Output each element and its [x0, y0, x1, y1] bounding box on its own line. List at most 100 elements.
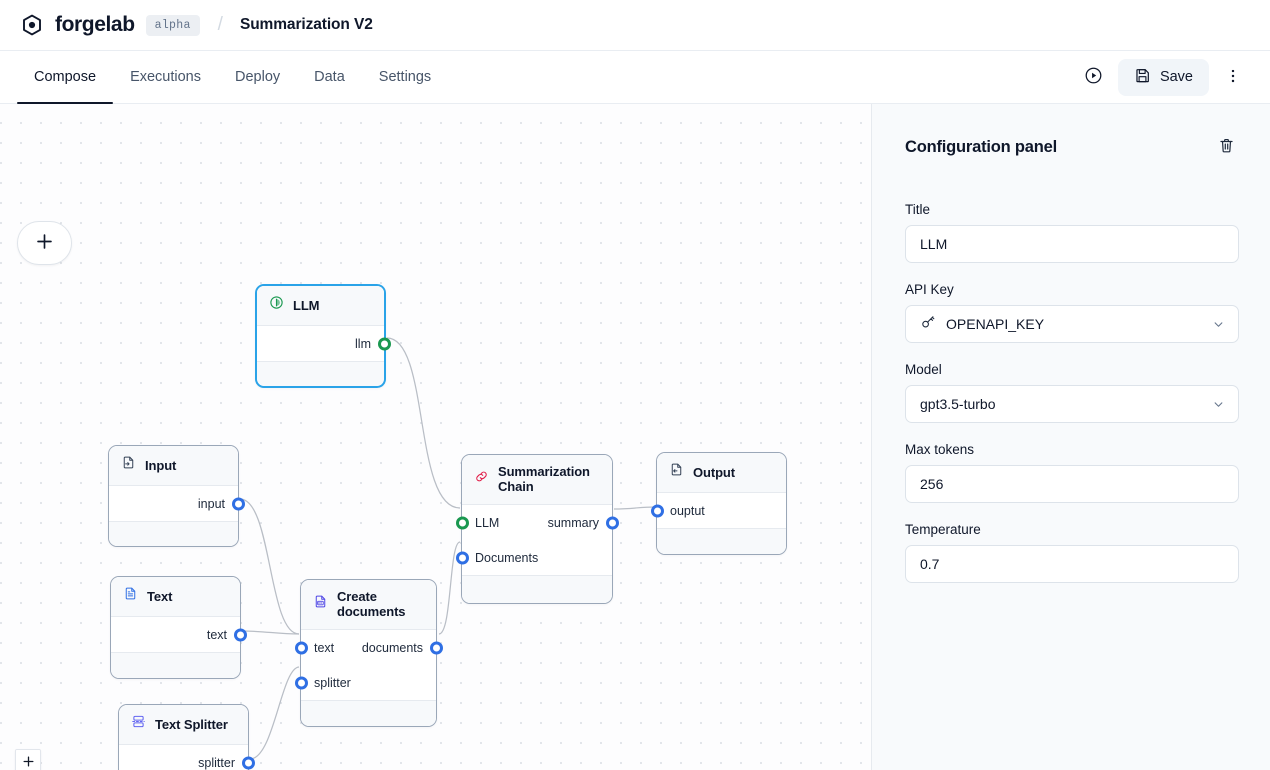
text-splitter-icon — [131, 714, 146, 734]
tab-list: Compose Executions Deploy Data Settings — [0, 51, 448, 103]
edge-text-to-createdocs — [242, 631, 299, 634]
trash-icon — [1218, 137, 1235, 157]
chevron-down-icon — [1211, 317, 1226, 332]
tab-compose[interactable]: Compose — [17, 51, 113, 103]
title-input[interactable]: LLM — [905, 225, 1239, 263]
tab-executions[interactable]: Executions — [113, 51, 218, 103]
port-label: Documents — [475, 551, 538, 565]
port-dot-input-out[interactable] — [232, 497, 245, 510]
top-bar: forgelab alpha / Summarization V2 — [0, 0, 1270, 51]
port-label: splitter — [198, 756, 235, 770]
tab-deploy[interactable]: Deploy — [218, 51, 297, 103]
node-create-documents[interactable]: Create documents text documents splitter — [300, 579, 437, 727]
node-summarization-chain-footer — [462, 575, 612, 603]
save-button[interactable]: Save — [1118, 59, 1209, 96]
port-dot-output-in[interactable] — [651, 504, 664, 517]
more-options-button[interactable] — [1216, 60, 1250, 94]
port-dot-createdocs-documents-out[interactable] — [430, 641, 443, 654]
field-max-tokens: Max tokens 256 — [905, 442, 1239, 503]
node-create-documents-title: Create documents — [337, 589, 424, 619]
tab-data-label: Data — [314, 69, 345, 85]
node-summarization-chain-row-documents[interactable]: Documents — [462, 540, 612, 575]
node-llm-title: LLM — [293, 298, 319, 313]
max-tokens-input[interactable]: 256 — [905, 465, 1239, 503]
node-output-header: Output — [657, 453, 786, 493]
temperature-input[interactable]: 0.7 — [905, 545, 1239, 583]
node-text-splitter-title: Text Splitter — [155, 717, 228, 732]
node-output-body: ouptut — [657, 493, 786, 528]
node-output-port-ouptut[interactable]: ouptut — [657, 493, 786, 528]
document-icon — [123, 586, 138, 606]
delete-node-button[interactable] — [1213, 134, 1239, 160]
vertical-dots-icon — [1224, 67, 1242, 88]
flow-canvas[interactable]: LLM llm Input — [0, 104, 871, 770]
port-dot-createdocs-splitter-in[interactable] — [295, 676, 308, 689]
field-temperature: Temperature 0.7 — [905, 522, 1239, 583]
configuration-panel: Configuration panel Title LLM API Key — [871, 104, 1270, 770]
plus-icon — [34, 231, 55, 255]
edge-chain-to-output — [614, 507, 655, 509]
node-text-body: text — [111, 617, 240, 652]
node-create-documents-body: text documents splitter — [301, 630, 436, 700]
tab-data[interactable]: Data — [297, 51, 362, 103]
port-dot-chain-summary-out[interactable] — [606, 516, 619, 529]
node-summarization-chain[interactable]: Summarization Chain LLM summary Document… — [461, 454, 613, 604]
node-output-title: Output — [693, 465, 735, 480]
node-llm-header: LLM — [257, 286, 384, 326]
field-api-key: API Key OPENAPI_KEY — [905, 282, 1239, 343]
port-dot-chain-documents-in[interactable] — [456, 551, 469, 564]
node-input-port-input[interactable]: input — [109, 486, 238, 521]
node-output[interactable]: Output ouptut — [656, 452, 787, 555]
port-dot-splitter-out[interactable] — [242, 756, 255, 769]
port-dot-chain-llm-in[interactable] — [456, 516, 469, 529]
node-input-body: input — [109, 486, 238, 521]
port-dot-llm-out[interactable] — [378, 337, 391, 350]
tab-settings[interactable]: Settings — [362, 51, 448, 103]
field-temperature-label: Temperature — [905, 522, 1239, 537]
node-summarization-chain-row-llm[interactable]: LLM summary — [462, 505, 612, 540]
node-output-footer — [657, 528, 786, 554]
tab-deploy-label: Deploy — [235, 69, 280, 85]
edge-llm-to-chain — [387, 338, 460, 508]
node-text-splitter[interactable]: Text Splitter splitter — [118, 704, 249, 770]
node-create-documents-row-splitter[interactable]: splitter — [301, 665, 436, 700]
field-api-key-label: API Key — [905, 282, 1239, 297]
tab-bar-actions: Save — [1077, 51, 1250, 103]
api-key-select[interactable]: OPENAPI_KEY — [905, 305, 1239, 343]
zoom-in-button[interactable] — [16, 750, 40, 770]
node-llm[interactable]: LLM llm — [255, 284, 386, 388]
node-llm-port-llm[interactable]: llm — [257, 326, 384, 361]
tab-compose-label: Compose — [34, 69, 96, 85]
node-text[interactable]: Text text — [110, 576, 241, 679]
play-circle-icon — [1084, 66, 1103, 88]
model-select[interactable]: gpt3.5-turbo — [905, 385, 1239, 423]
port-label: splitter — [314, 676, 351, 690]
node-text-header: Text — [111, 577, 240, 617]
configuration-panel-header: Configuration panel — [905, 134, 1239, 160]
add-node-button[interactable] — [17, 221, 72, 265]
configuration-panel-title: Configuration panel — [905, 138, 1057, 157]
node-input[interactable]: Input input — [108, 445, 239, 547]
node-create-documents-row-text[interactable]: text documents — [301, 630, 436, 665]
file-import-icon — [121, 455, 136, 475]
node-summarization-chain-title: Summarization Chain — [498, 464, 600, 494]
node-text-port-text[interactable]: text — [111, 617, 240, 652]
tab-executions-label: Executions — [130, 69, 201, 85]
brand[interactable]: forgelab alpha — [20, 13, 200, 37]
port-label: text — [207, 628, 227, 642]
node-text-splitter-header: Text Splitter — [119, 705, 248, 745]
node-input-title: Input — [145, 458, 176, 473]
tab-settings-label: Settings — [379, 69, 431, 85]
run-button[interactable] — [1077, 60, 1111, 94]
node-text-splitter-body: splitter — [119, 745, 248, 770]
port-dot-text-out[interactable] — [234, 628, 247, 641]
key-icon — [920, 314, 936, 335]
chain-link-icon — [474, 469, 489, 489]
port-label-documents: documents — [362, 641, 423, 655]
port-dot-createdocs-text-in[interactable] — [295, 641, 308, 654]
port-label: input — [198, 497, 225, 511]
field-model-label: Model — [905, 362, 1239, 377]
node-text-splitter-port-splitter[interactable]: splitter — [119, 745, 248, 770]
port-label-summary: summary — [548, 516, 599, 530]
node-llm-body: llm — [257, 326, 384, 361]
